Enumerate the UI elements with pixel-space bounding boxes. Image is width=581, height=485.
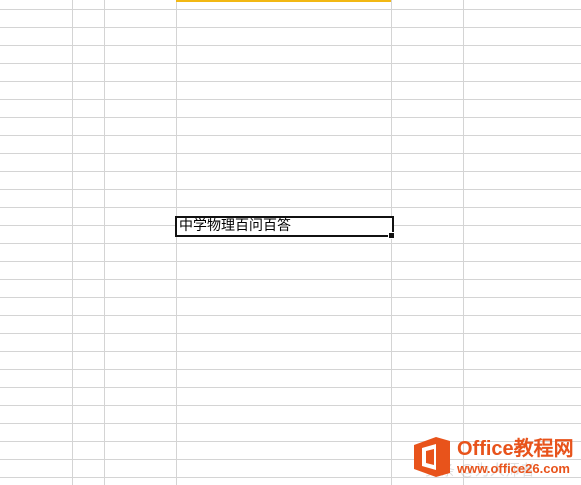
- office-logo-icon: [414, 437, 450, 477]
- selected-column-indicator: [176, 0, 391, 2]
- column-divider: [391, 0, 392, 485]
- fill-handle[interactable]: [388, 232, 395, 239]
- logo-url: www.office26.com: [457, 461, 570, 476]
- office-logo: Office教程网 www.office26.com: [412, 432, 580, 482]
- logo-title: Office教程网: [457, 438, 574, 460]
- column-divider: [463, 0, 464, 485]
- column-divider: [72, 0, 73, 485]
- active-cell-text: 中学物理百问百答: [179, 218, 291, 234]
- active-cell[interactable]: 中学物理百问百答: [175, 216, 394, 237]
- column-divider: [104, 0, 105, 485]
- spreadsheet-grid[interactable]: [0, 0, 581, 485]
- column-divider: [176, 0, 177, 485]
